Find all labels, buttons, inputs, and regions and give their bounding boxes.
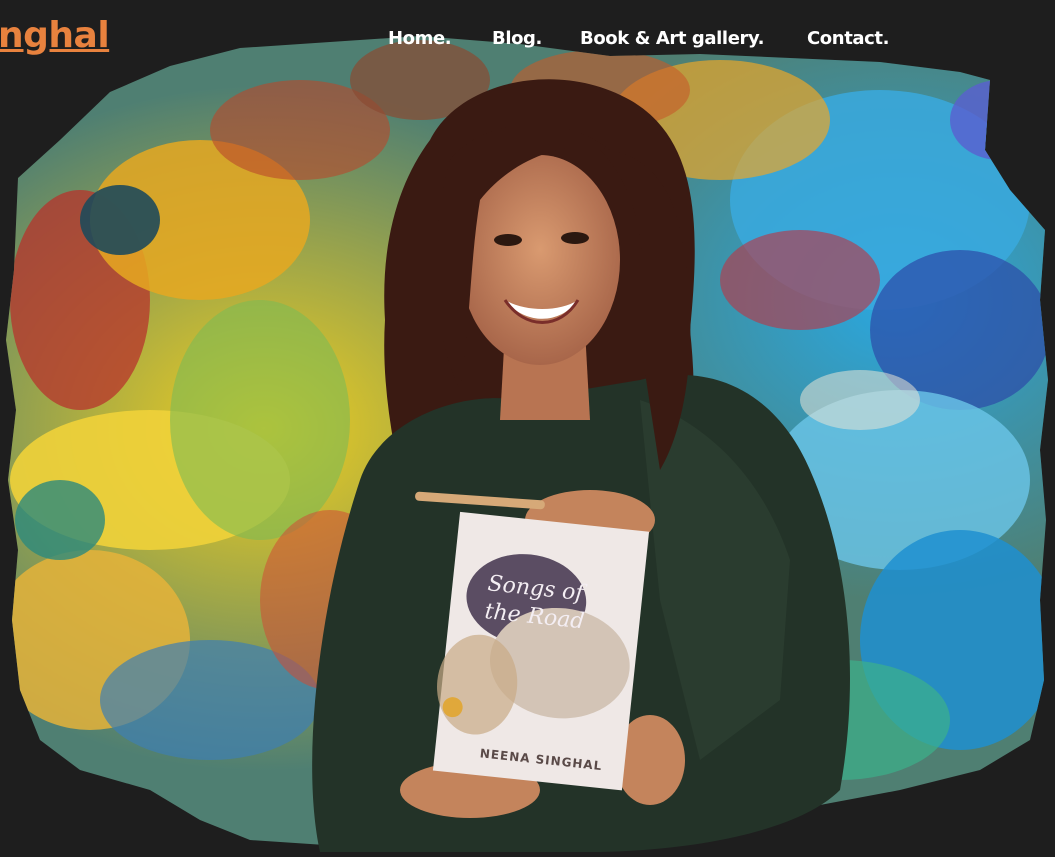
hero-section: Songs of the Road NEENA SINGHAL <box>0 0 1055 857</box>
main-nav: Home. Blog. Book & Art gallery. Contact. <box>0 27 1055 53</box>
nav-link-home[interactable]: Home. <box>388 27 452 51</box>
nav-link-book-art-gallery[interactable]: Book & Art gallery. <box>580 27 765 51</box>
nav-link-contact[interactable]: Contact. <box>807 27 889 51</box>
nav-link-blog[interactable]: Blog. <box>492 27 542 51</box>
book-cover: Songs of the Road NEENA SINGHAL <box>432 511 650 791</box>
hero-image: Songs of the Road NEENA SINGHAL <box>6 36 1048 852</box>
